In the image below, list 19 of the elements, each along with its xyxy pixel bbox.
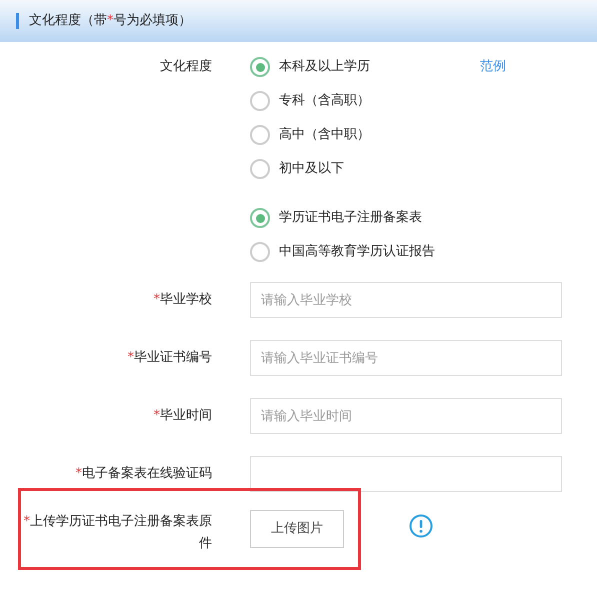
input-field[interactable]: 请输入毕业学校: [250, 282, 562, 318]
field-label: *上传学历证书电子注册备案表原件: [24, 514, 212, 551]
upload-button[interactable]: 上传图片: [250, 510, 344, 548]
info-icon[interactable]: [409, 514, 433, 538]
radio-option[interactable]: 中国高等教育学历认证报告: [250, 235, 435, 269]
field-label: *毕业时间: [154, 408, 212, 424]
radio-option[interactable]: 专科（含高职）: [250, 84, 370, 118]
field-label: *毕业证书编号: [128, 350, 212, 366]
field-label: *毕业学校: [154, 292, 212, 308]
section-title: 文化程度（带*号为必填项）: [29, 12, 192, 30]
radio-option[interactable]: 高中（含中职）: [250, 118, 370, 152]
input-field[interactable]: 请输入毕业时间: [250, 398, 562, 434]
field-label: *电子备案表在线验证码: [76, 466, 212, 482]
radio-option[interactable]: 本科及以上学历: [250, 50, 370, 84]
radio-option[interactable]: 初中及以下: [250, 152, 344, 186]
input-field[interactable]: 请输入毕业证书编号: [250, 340, 562, 376]
input-field[interactable]: [250, 456, 562, 492]
radio-option[interactable]: 学历证书电子注册备案表: [250, 201, 422, 235]
field-label: 文化程度: [160, 59, 212, 74]
